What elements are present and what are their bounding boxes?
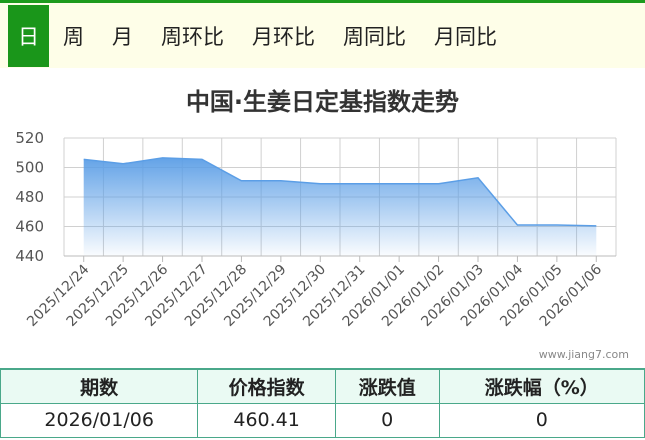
- cell-change-value: 0: [334, 402, 440, 438]
- y-tick-label: 440: [15, 247, 44, 265]
- tab-month[interactable]: 月: [98, 5, 147, 67]
- period-tabs: 日 周 月 周环比 月环比 周同比 月同比: [0, 0, 645, 68]
- table-row: 2026/01/06 460.41 0 0: [0, 402, 645, 438]
- cell-change-percent: 0: [438, 402, 645, 438]
- tab-month-on-month[interactable]: 月环比: [238, 5, 329, 67]
- header-change-value: 涨跌值: [334, 368, 440, 404]
- tab-day[interactable]: 日: [8, 4, 49, 67]
- header-period: 期数: [0, 368, 199, 404]
- tab-week[interactable]: 周: [49, 5, 98, 67]
- cell-price-index: 460.41: [197, 402, 336, 438]
- watermark: www.jiang7.com: [538, 348, 629, 361]
- chart-container: 中国·生姜日定基指数走势 440 460 480 500 520 2025/12/24 20…: [0, 72, 645, 368]
- table-header-row: 期数 价格指数 涨跌值 涨跌幅（%）: [0, 368, 645, 404]
- stats-table: 期数 价格指数 涨跌值 涨跌幅（%） 2026/01/06 460.41 0 0: [0, 368, 645, 438]
- cell-period: 2026/01/06: [0, 402, 199, 438]
- tab-month-year-on-year[interactable]: 月同比: [420, 5, 511, 67]
- y-tick-label: 520: [15, 129, 44, 147]
- header-price-index: 价格指数: [197, 368, 336, 404]
- chart-svg: 4404604805005202025/12/242025/12/252025/…: [15, 129, 617, 330]
- y-tick-label: 500: [15, 159, 44, 177]
- y-tick-label: 460: [15, 218, 44, 236]
- y-tick-label: 480: [15, 188, 44, 206]
- header-change-percent: 涨跌幅（%）: [438, 368, 645, 404]
- tab-week-on-week[interactable]: 周环比: [147, 5, 238, 67]
- tab-week-year-on-year[interactable]: 周同比: [329, 5, 420, 67]
